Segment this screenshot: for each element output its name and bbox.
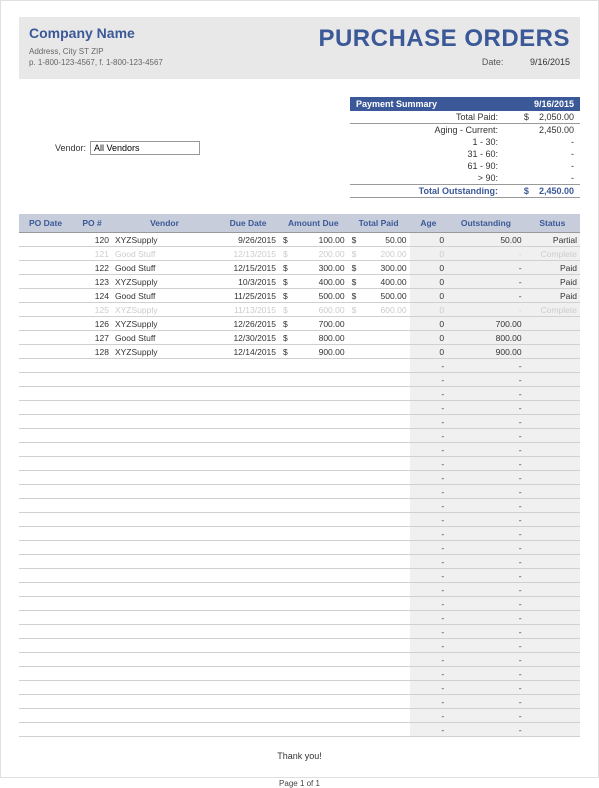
summary-age-gt90-value: - <box>506 173 574 183</box>
table-row-blank: -- <box>19 513 580 527</box>
table-row: 127Good Stuff12/30/2015$800.000800.00 <box>19 331 580 345</box>
vendor-filter: Vendor: <box>55 97 200 198</box>
summary-age-61-90-value: - <box>506 161 574 171</box>
table-row-blank: -- <box>19 583 580 597</box>
title-block: PURCHASE ORDERS Date: 9/16/2015 <box>318 25 570 67</box>
header-band: Company Name Address, City ST ZIP p. 1-8… <box>19 17 580 79</box>
table-row-blank: -- <box>19 569 580 583</box>
document-date: Date: 9/16/2015 <box>318 57 570 67</box>
table-row-blank: -- <box>19 359 580 373</box>
table-row-blank: -- <box>19 681 580 695</box>
date-label: Date: <box>482 57 504 67</box>
summary-age-gt90-label: > 90: <box>352 173 506 183</box>
table-row-blank: -- <box>19 709 580 723</box>
table-row: 126XYZSupply12/26/2015$700.000700.00 <box>19 317 580 331</box>
table-row-blank: -- <box>19 555 580 569</box>
table-body: 120XYZSupply9/26/2015$100.00$50.00050.00… <box>19 233 580 737</box>
summary-age-61-90: 61 - 90: - <box>350 160 580 172</box>
table-row-blank: -- <box>19 457 580 471</box>
summary-age-1-30-label: 1 - 30: <box>352 137 506 147</box>
col-header-out: Outstanding <box>447 214 524 233</box>
table-row-blank: -- <box>19 401 580 415</box>
summary-header-label: Payment Summary <box>356 99 437 109</box>
currency-symbol: $ <box>524 186 529 196</box>
company-block: Company Name Address, City ST ZIP p. 1-8… <box>29 25 163 69</box>
table-row-blank: -- <box>19 625 580 639</box>
summary-total-outstanding-value: 2,450.00 <box>539 186 574 196</box>
top-row: Vendor: Payment Summary 9/16/2015 Total … <box>19 97 580 198</box>
currency-symbol: $ <box>524 112 529 122</box>
summary-header-date: 9/16/2015 <box>534 99 574 109</box>
table-row-blank: -- <box>19 527 580 541</box>
vendor-label: Vendor: <box>55 143 86 153</box>
summary-aging-current-value: 2,450.00 <box>506 125 574 135</box>
table-row-blank: -- <box>19 723 580 737</box>
page: Company Name Address, City ST ZIP p. 1-8… <box>0 0 599 778</box>
page-title: PURCHASE ORDERS <box>318 25 570 53</box>
col-header-age: Age <box>410 214 448 233</box>
table-header-row: PO Date PO # Vendor Due Date Amount Due … <box>19 214 580 233</box>
table-row: 121Good Stuff12/13/2015$200.00$200.000-C… <box>19 247 580 261</box>
summary-total-outstanding-label: Total Outstanding: <box>352 186 506 196</box>
col-header-amt: Amount Due <box>279 214 348 233</box>
date-value: 9/16/2015 <box>530 57 570 67</box>
table-row-blank: -- <box>19 387 580 401</box>
summary-aging-current-label: Aging - Current: <box>352 125 506 135</box>
table-row-blank: -- <box>19 499 580 513</box>
table-row-blank: -- <box>19 485 580 499</box>
table-row-blank: -- <box>19 695 580 709</box>
col-header-paid: Total Paid <box>348 214 410 233</box>
summary-total-paid-value: 2,050.00 <box>539 112 574 122</box>
summary-total-paid-label: Total Paid: <box>352 112 506 122</box>
company-name: Company Name <box>29 25 163 41</box>
company-address: Address, City ST ZIP <box>29 47 163 56</box>
po-table: PO Date PO # Vendor Due Date Amount Due … <box>19 214 580 737</box>
payment-summary: Payment Summary 9/16/2015 Total Paid: $ … <box>350 97 580 198</box>
table-row-blank: -- <box>19 611 580 625</box>
table-row: 128XYZSupply12/14/2015$900.000900.00 <box>19 345 580 359</box>
col-header-due: Due Date <box>217 214 279 233</box>
summary-age-31-60-label: 31 - 60: <box>352 149 506 159</box>
table-row-blank: -- <box>19 471 580 485</box>
col-header-status: Status <box>525 214 580 233</box>
summary-total-outstanding: Total Outstanding: $ 2,450.00 <box>350 184 580 198</box>
table-row-blank: -- <box>19 373 580 387</box>
table-row-blank: -- <box>19 639 580 653</box>
table-row-blank: -- <box>19 541 580 555</box>
table-row: 123XYZSupply10/3/2015$400.00$400.000-Pai… <box>19 275 580 289</box>
table-row-blank: -- <box>19 415 580 429</box>
summary-header: Payment Summary 9/16/2015 <box>350 97 580 111</box>
summary-age-31-60-value: - <box>506 149 574 159</box>
col-header-podate: PO Date <box>19 214 72 233</box>
table-row: 122Good Stuff12/15/2015$300.00$300.000-P… <box>19 261 580 275</box>
summary-total-paid: Total Paid: $ 2,050.00 <box>350 111 580 123</box>
table-row-blank: -- <box>19 443 580 457</box>
table-row-blank: -- <box>19 667 580 681</box>
table-row: 125XYZSupply11/13/2015$600.00$600.000-Co… <box>19 303 580 317</box>
col-header-po: PO # <box>72 214 112 233</box>
vendor-input[interactable] <box>90 141 200 155</box>
summary-age-1-30-value: - <box>506 137 574 147</box>
summary-age-gt90: > 90: - <box>350 172 580 184</box>
col-header-vendor: Vendor <box>112 214 217 233</box>
footer-thank: Thank you! <box>19 751 580 761</box>
summary-aging-current: Aging - Current: 2,450.00 <box>350 123 580 136</box>
company-phones: p. 1-800-123-4567, f. 1-800-123-4567 <box>29 58 163 67</box>
summary-age-1-30: 1 - 30: - <box>350 136 580 148</box>
summary-age-61-90-label: 61 - 90: <box>352 161 506 171</box>
table-row: 120XYZSupply9/26/2015$100.00$50.00050.00… <box>19 233 580 247</box>
table-row-blank: -- <box>19 653 580 667</box>
summary-age-31-60: 31 - 60: - <box>350 148 580 160</box>
table-row-blank: -- <box>19 429 580 443</box>
footer-page: Page 1 of 1 <box>19 779 580 788</box>
table-row: 124Good Stuff11/25/2015$500.00$500.000-P… <box>19 289 580 303</box>
table-row-blank: -- <box>19 597 580 611</box>
